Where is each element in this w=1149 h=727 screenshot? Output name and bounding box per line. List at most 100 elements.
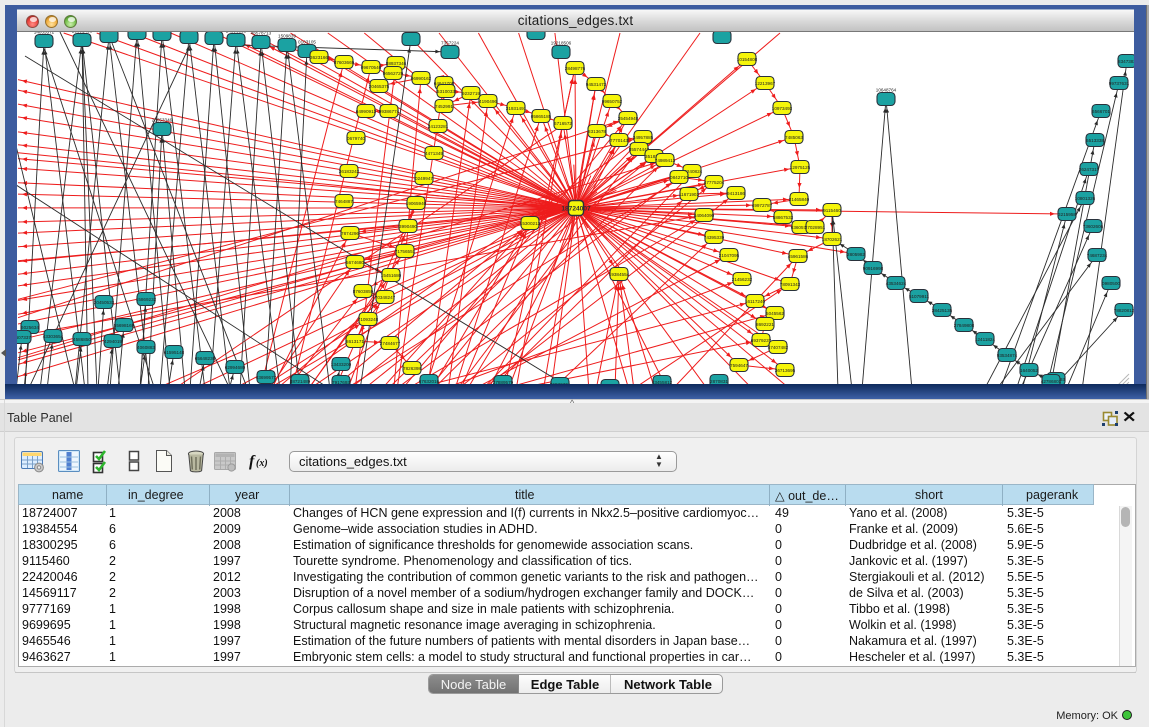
svg-text:71093248: 71093248	[358, 317, 379, 322]
svg-text:7464887: 7464887	[335, 199, 353, 204]
svg-text:7594647: 7594647	[730, 363, 748, 368]
svg-text:27028951: 27028951	[805, 225, 826, 230]
svg-text:36183242: 36183242	[339, 169, 360, 174]
svg-text:4586850: 4586850	[73, 337, 91, 342]
svg-text:8347382: 8347382	[1118, 59, 1134, 64]
svg-text:6513338: 6513338	[1086, 138, 1104, 143]
svg-text:6025634: 6025634	[21, 325, 39, 330]
svg-text:(x): (x)	[256, 458, 268, 469]
svg-text:14035572: 14035572	[34, 32, 55, 35]
svg-text:8313678: 8313678	[588, 129, 606, 134]
svg-text:7826398: 7826398	[403, 366, 421, 371]
svg-text:0980500: 0980500	[1102, 281, 1120, 286]
svg-text:05865185: 05865185	[531, 114, 552, 119]
svg-text:3623166: 3623166	[310, 55, 328, 60]
svg-text:18724007: 18724007	[561, 205, 591, 212]
svg-text:19218506: 19218506	[551, 41, 572, 46]
svg-text:15869232: 15869232	[136, 297, 157, 302]
svg-text:15300213: 15300213	[520, 221, 541, 226]
svg-text:0679740: 0679740	[347, 136, 365, 141]
svg-text:44064090: 44064090	[694, 213, 715, 218]
svg-text:99737631: 99737631	[1109, 81, 1130, 86]
svg-text:51079911: 51079911	[909, 294, 930, 299]
svg-text:4190496: 4190496	[479, 99, 497, 104]
svg-text:10648764: 10648764	[876, 88, 897, 93]
svg-text:38425135: 38425135	[932, 308, 953, 313]
svg-text:10973493: 10973493	[772, 106, 793, 111]
svg-text:10154808: 10154808	[737, 57, 758, 62]
svg-text:1509839: 1509839	[278, 34, 296, 39]
svg-text:7485063: 7485063	[785, 135, 803, 140]
svg-text:06990162: 06990162	[411, 76, 432, 81]
svg-text:10801326: 10801326	[1075, 196, 1096, 201]
svg-text:3215958: 3215958	[1058, 212, 1076, 217]
svg-text:36713695: 36713695	[775, 368, 796, 373]
svg-text:31931491: 31931491	[506, 106, 527, 111]
svg-text:74395339: 74395339	[704, 235, 725, 240]
svg-text:78091343: 78091343	[780, 282, 801, 287]
svg-text:7357224: 7357224	[441, 41, 459, 46]
svg-text:90916998: 90916998	[863, 266, 884, 271]
svg-text:73602606: 73602606	[1083, 224, 1104, 229]
svg-text:21456232: 21456232	[732, 277, 753, 282]
svg-text:55698169: 55698169	[114, 323, 135, 328]
svg-text:43303654: 43303654	[43, 334, 64, 339]
svg-text:78820812: 78820812	[1114, 308, 1134, 313]
svg-text:70348247: 70348247	[375, 295, 396, 300]
svg-text:09670546: 09670546	[361, 65, 382, 70]
svg-text:49972787: 49972787	[752, 203, 773, 208]
svg-text:13433200: 13433200	[331, 362, 352, 367]
svg-text:2805982: 2805982	[847, 252, 865, 257]
svg-text:87603669: 87603669	[334, 60, 355, 65]
svg-text:64990913: 64990913	[356, 109, 377, 114]
svg-text:5310033: 5310033	[437, 89, 455, 94]
svg-text:74989413: 74989413	[655, 158, 676, 163]
svg-text:8692221: 8692221	[756, 322, 774, 327]
svg-text:24896383: 24896383	[226, 32, 247, 34]
svg-text:12411824: 12411824	[975, 337, 996, 342]
svg-text:11671902: 11671902	[679, 192, 700, 197]
svg-text:69379237: 69379237	[751, 338, 772, 343]
svg-text:4294019: 4294019	[104, 339, 122, 344]
svg-text:19065940: 19065940	[406, 201, 427, 206]
svg-text:45961586: 45961586	[788, 254, 809, 259]
svg-text:0249947: 0249947	[415, 176, 433, 181]
svg-text:06562729: 06562729	[383, 71, 404, 76]
svg-text:18702621: 18702621	[822, 237, 843, 242]
svg-text:16033809: 16033809	[401, 32, 422, 33]
svg-text:4060883: 4060883	[137, 345, 155, 350]
svg-text:12975125: 12975125	[790, 165, 811, 170]
svg-text:21047095: 21047095	[719, 253, 740, 258]
svg-text:1640052: 1640052	[1020, 368, 1038, 373]
svg-text:99650752: 99650752	[602, 99, 623, 104]
svg-text:7452991: 7452991	[435, 104, 453, 109]
svg-text:20450533: 20450533	[94, 300, 115, 305]
svg-text:43699577: 43699577	[256, 375, 277, 380]
svg-text:f: f	[249, 453, 256, 470]
svg-text:27849808: 27849808	[954, 323, 975, 328]
svg-text:94531473: 94531473	[586, 82, 607, 87]
svg-text:65648236: 65648236	[195, 356, 216, 361]
svg-text:9413186: 9413186	[727, 191, 745, 196]
svg-text:12213967: 12213967	[755, 81, 776, 86]
svg-text:3990490: 3990490	[399, 224, 417, 229]
svg-text:35454948: 35454948	[618, 116, 639, 121]
svg-text:46578713: 46578713	[251, 32, 272, 36]
svg-text:87603859: 87603859	[353, 289, 374, 294]
svg-text:20691406: 20691406	[72, 32, 93, 34]
svg-text:9115460: 9115460	[823, 208, 841, 213]
svg-text:47407482: 47407482	[768, 345, 789, 350]
svg-text:61595148: 61595148	[164, 350, 185, 355]
svg-text:99386774: 99386774	[379, 109, 400, 114]
svg-text:20465375: 20465375	[369, 84, 390, 89]
svg-text:7770143: 7770143	[610, 138, 628, 143]
svg-text:15451680: 15451680	[381, 273, 402, 278]
svg-text:58867533: 58867533	[773, 215, 794, 220]
svg-text:20053346: 20053346	[152, 118, 173, 123]
svg-text:21465840: 21465840	[789, 197, 810, 202]
svg-text:27484677: 27484677	[380, 341, 401, 346]
svg-text:6566701: 6566701	[1092, 109, 1110, 114]
svg-text:71756551: 71756551	[395, 249, 416, 254]
svg-text:34957885: 34957885	[633, 135, 654, 140]
svg-text:9232719: 9232719	[462, 91, 480, 96]
